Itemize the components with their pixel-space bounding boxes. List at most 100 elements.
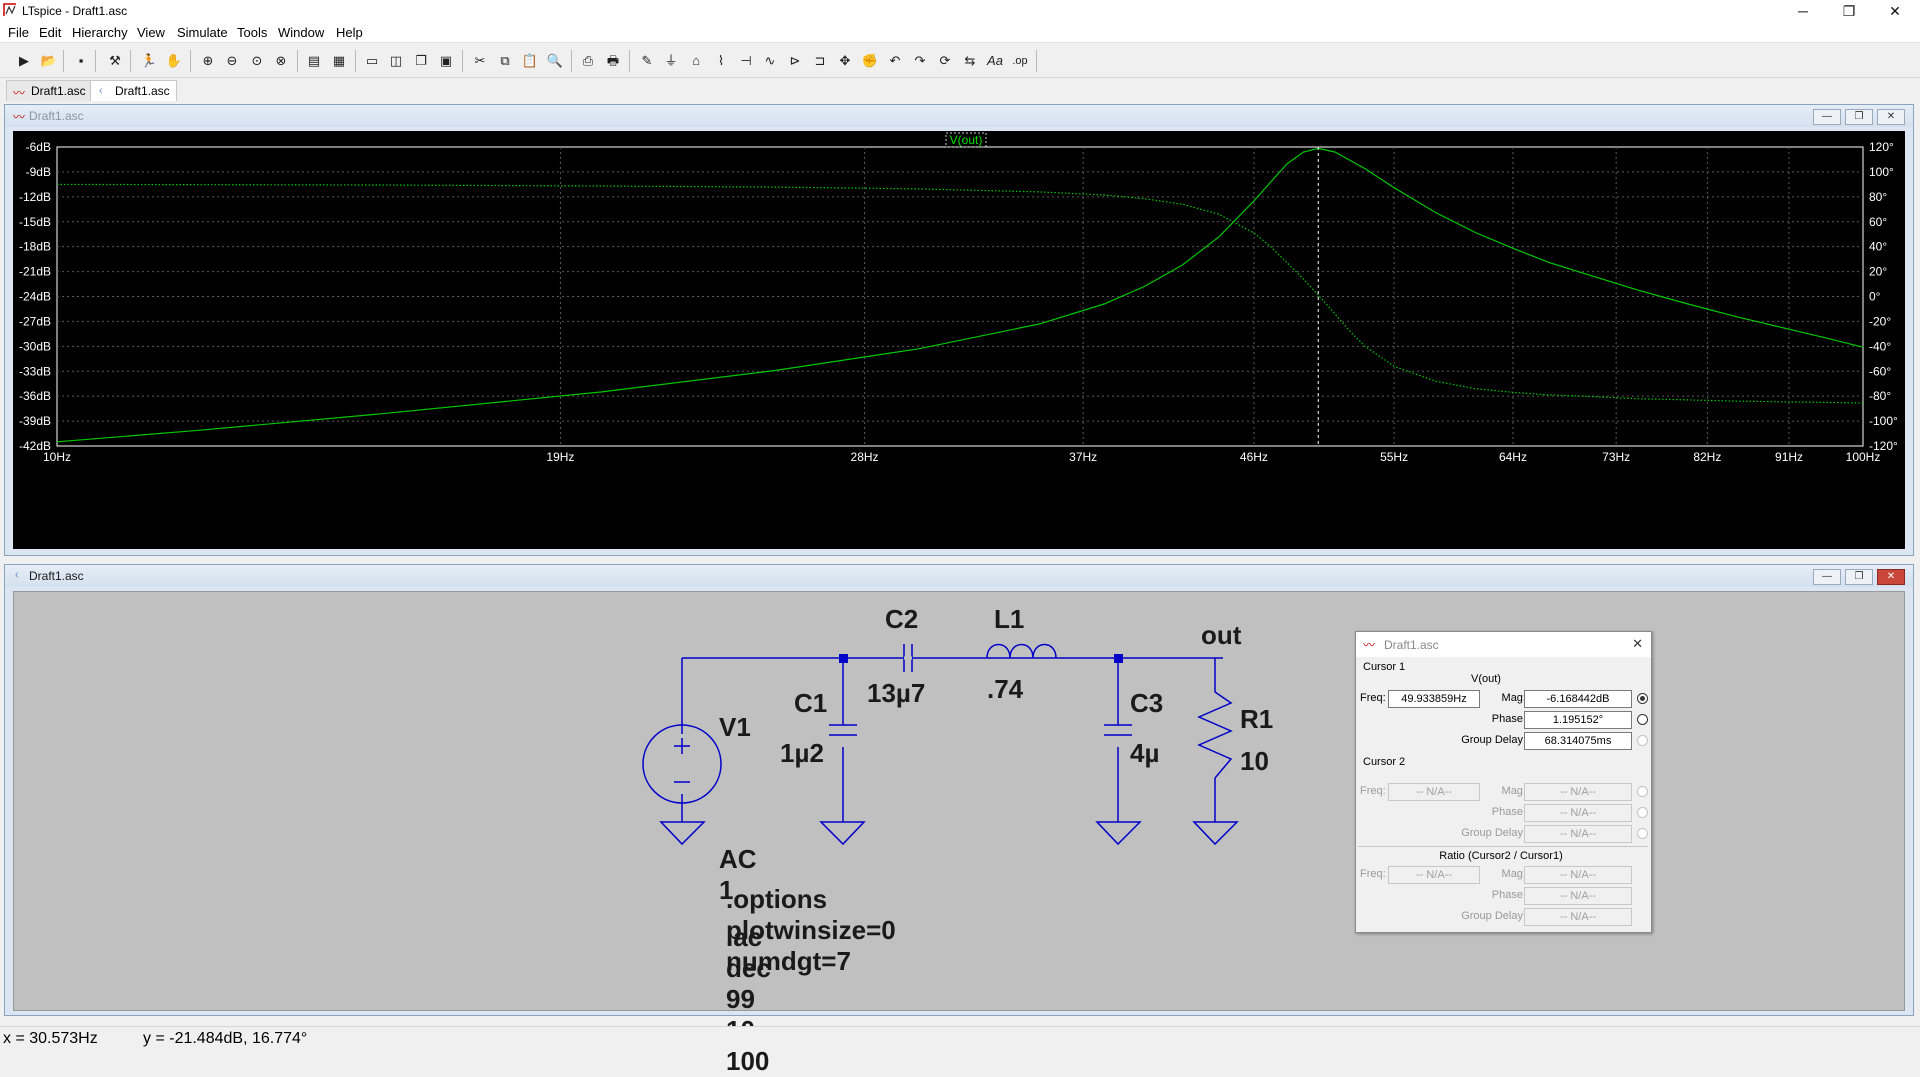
y-right-tick-label: -60° — [1869, 364, 1891, 378]
y-right-tick-label: 0° — [1869, 290, 1881, 304]
tile-horizontal-icon[interactable]: ▭ — [362, 51, 382, 71]
move-icon[interactable]: ✥ — [835, 51, 855, 71]
run-icon[interactable]: 🏃 — [139, 51, 159, 71]
schematic-minimize-button[interactable]: — — [1813, 569, 1841, 585]
cursor2-phase-radio[interactable] — [1637, 807, 1648, 818]
schematic-restore-button[interactable]: ❐ — [1845, 569, 1873, 585]
cascade-icon[interactable]: ❐ — [411, 51, 431, 71]
ground-c3 — [1095, 821, 1142, 846]
zoom-in-icon[interactable]: ⊕ — [198, 51, 218, 71]
cursor2-gd-field[interactable]: -- N/A-- — [1524, 825, 1632, 843]
y-right-tick-label: -80° — [1869, 389, 1891, 403]
menu-file[interactable]: File — [8, 25, 29, 40]
v1-symbol — [642, 724, 722, 804]
drag-icon[interactable]: ✊ — [860, 51, 880, 71]
menu-tools[interactable]: Tools — [237, 25, 267, 40]
label-icon[interactable]: ⌂ — [686, 51, 706, 71]
ground-icon[interactable]: ⏚ — [661, 51, 681, 71]
cursor1-mag-field[interactable]: -6.168442dB — [1524, 690, 1632, 708]
bode-plot[interactable]: -6dB 120° -9dB 100° -12dB 80° -15dB 60° -18dB 40°… — [13, 131, 1905, 549]
waveform-plot-area[interactable]: -6dB 120° -9dB 100° -12dB 80° -15dB 60° -18dB 40°… — [13, 131, 1905, 549]
menu-window[interactable]: Window — [278, 25, 324, 40]
cursor1-section-label: Cursor 1 — [1363, 661, 1406, 673]
schematic-tab-icon: ᚲ — [97, 84, 105, 98]
cursor1-freq-field[interactable]: 49.933859Hz — [1388, 690, 1480, 708]
y-right-tick-label: 60° — [1869, 215, 1887, 229]
open-icon[interactable]: 📂 — [39, 51, 59, 71]
text-icon[interactable]: Aa — [985, 51, 1005, 71]
inductor-icon[interactable]: ∿ — [760, 51, 780, 71]
cursor2-mag-radio[interactable] — [1637, 786, 1648, 797]
menu-view[interactable]: View — [137, 25, 165, 40]
cursor1-gd-field[interactable]: 68.314075ms — [1524, 732, 1632, 750]
grid-icon[interactable]: ▦ — [329, 51, 349, 71]
waveform-restore-button[interactable]: ❐ — [1845, 109, 1873, 125]
tab-label: Draft1.asc — [31, 84, 86, 98]
component-icon[interactable]: ⊐ — [810, 51, 830, 71]
c1-symbol — [829, 724, 857, 736]
zoom-full-icon[interactable]: ⊙ — [247, 51, 267, 71]
tab-waveform-draft1[interactable]: 〰 Draft1.asc — [6, 80, 93, 101]
waveform-minimize-button[interactable]: — — [1813, 109, 1841, 125]
cut-icon[interactable]: ✂ — [470, 51, 490, 71]
ratio-gd-field[interactable]: -- N/A-- — [1524, 908, 1632, 926]
cursor1-phase-radio[interactable] — [1637, 714, 1648, 725]
cursor1-trace-name: V(out) — [1471, 673, 1501, 685]
magnitude-trace — [56, 147, 1864, 443]
x-tick-label: 28Hz — [851, 450, 879, 464]
print-icon[interactable]: 🖶 — [603, 51, 623, 71]
tab-schematic-draft1[interactable]: ᚲ Draft1.asc — [90, 80, 177, 101]
r1-name: R1 — [1240, 704, 1274, 734]
redo-icon[interactable]: ↷ — [910, 51, 930, 71]
ratio-phase-field[interactable]: -- N/A-- — [1524, 887, 1632, 905]
window-minimize-button[interactable]: ─ — [1780, 0, 1826, 22]
cursor1-gd-label: Group Delay: — [1461, 734, 1526, 746]
cursor-dialog-close-icon[interactable]: ✕ — [1632, 636, 1643, 652]
cursor2-mag-field[interactable]: -- N/A-- — [1524, 783, 1632, 801]
save-icon[interactable]: ▪ — [71, 51, 91, 71]
window-restore-button[interactable]: ❐ — [1826, 0, 1872, 22]
wire-icon[interactable]: ✎ — [637, 51, 657, 71]
tab-label: Draft1.asc — [115, 84, 170, 98]
cursor1-phase-field[interactable]: 1.195152° — [1524, 711, 1632, 729]
control-panel-icon[interactable]: ⚒ — [105, 51, 125, 71]
cancel-zoom-icon[interactable]: ⊗ — [271, 51, 291, 71]
cursor1-mag-radio[interactable] — [1637, 693, 1648, 704]
capacitor-icon[interactable]: ⊣ — [736, 51, 756, 71]
menu-help[interactable]: Help — [336, 25, 363, 40]
waveform-close-button[interactable]: ✕ — [1877, 109, 1905, 125]
cursor2-phase-field[interactable]: -- N/A-- — [1524, 804, 1632, 822]
ratio-freq-field[interactable]: -- N/A-- — [1388, 866, 1480, 884]
y-left-tick-label: -27dB — [19, 314, 51, 328]
cursor2-gd-radio[interactable] — [1637, 828, 1648, 839]
diode-icon[interactable]: ⊳ — [785, 51, 805, 71]
menu-edit[interactable]: Edit — [39, 25, 61, 40]
paste-icon[interactable]: 📋 — [520, 51, 540, 71]
autorange-icon[interactable]: ▤ — [304, 51, 324, 71]
resistor-icon[interactable]: ⌇ — [711, 51, 731, 71]
find-icon[interactable]: 🔍 — [545, 51, 565, 71]
new-schematic-icon[interactable]: ▶ — [14, 51, 34, 71]
close-all-icon[interactable]: ▣ — [436, 51, 456, 71]
halt-icon[interactable]: ✋ — [164, 51, 184, 71]
undo-icon[interactable]: ↶ — [885, 51, 905, 71]
menu-hierarchy[interactable]: Hierarchy — [72, 25, 128, 40]
x-tick-label: 91Hz — [1775, 450, 1803, 464]
rotate-icon[interactable]: ⟳ — [935, 51, 955, 71]
ratio-mag-field[interactable]: -- N/A-- — [1524, 866, 1632, 884]
schematic-close-button[interactable]: ✕ — [1877, 569, 1905, 585]
net-label-out[interactable]: out — [1201, 620, 1241, 651]
r1-value: 10 — [1240, 746, 1269, 776]
window-close-button[interactable]: ✕ — [1872, 0, 1918, 22]
cursor2-freq-field[interactable]: -- N/A-- — [1388, 783, 1480, 801]
zoom-out-icon[interactable]: ⊖ — [222, 51, 242, 71]
mirror-icon[interactable]: ⇆ — [960, 51, 980, 71]
spice-directive-ac[interactable]: .ac dec 99 10 100 — [726, 922, 771, 1077]
copy-icon[interactable]: ⧉ — [495, 51, 515, 71]
tile-vertical-icon[interactable]: ◫ — [386, 51, 406, 71]
menu-simulate[interactable]: Simulate — [177, 25, 228, 40]
spice-directive-icon[interactable]: .op — [1010, 51, 1030, 71]
print-setup-icon[interactable]: ⎙ — [578, 51, 598, 71]
cursor1-gd-radio[interactable] — [1637, 735, 1648, 746]
y-left-tick-label: -33dB — [19, 364, 51, 378]
